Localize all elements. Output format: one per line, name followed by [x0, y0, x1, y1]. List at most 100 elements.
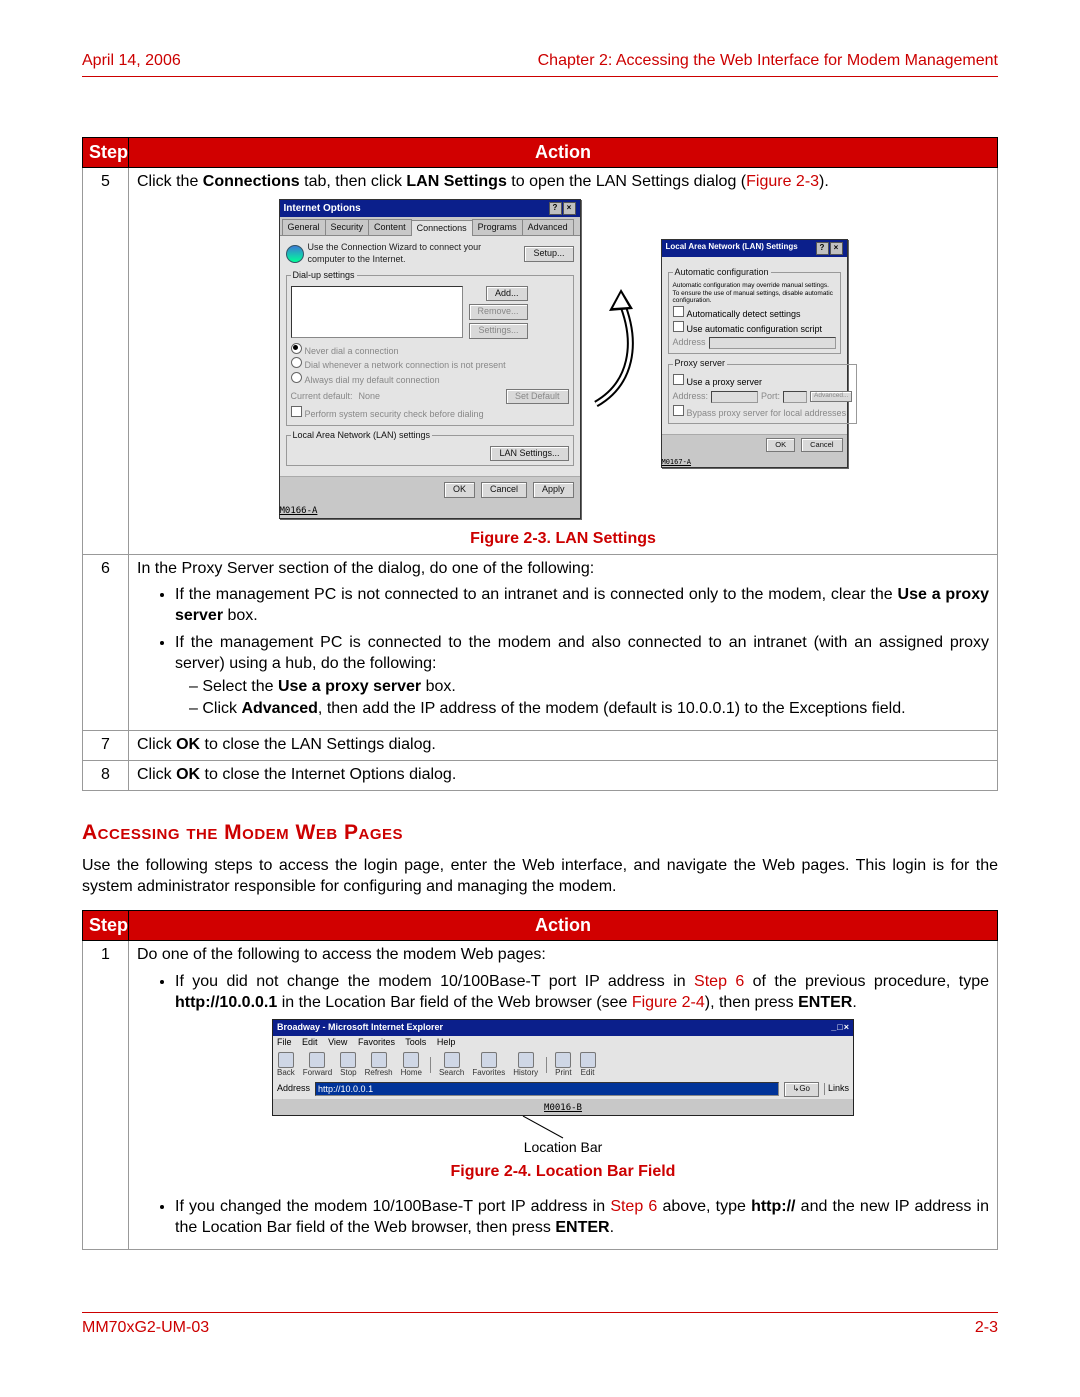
section-heading: Accessing the Modem Web Pages	[82, 821, 998, 845]
edit-icon	[580, 1052, 596, 1068]
menu-view[interactable]: View	[328, 1037, 347, 1047]
step-6-link[interactable]: Step 6	[694, 973, 744, 990]
address-label: Address	[673, 337, 706, 349]
location-bar-callout-label: Location Bar	[137, 1138, 989, 1156]
lan-settings-dialog: Local Area Network (LAN) Settings ? × Au…	[661, 239, 848, 468]
auto-script-checkbox[interactable]	[673, 321, 684, 332]
stop-icon	[340, 1052, 356, 1068]
close-icon[interactable]: ×	[844, 1022, 849, 1034]
figure-2-4-link[interactable]: Figure 2-4	[632, 994, 705, 1011]
help-icon[interactable]: ?	[549, 202, 562, 215]
page-footer: MM70xG2-UM-03 2-3	[82, 1312, 998, 1337]
header-date: April 14, 2006	[82, 52, 181, 70]
tab-security[interactable]: Security	[325, 219, 370, 236]
figure-2-3-link[interactable]: Figure 2-3	[746, 173, 819, 190]
step-action: In the Proxy Server section of the dialo…	[129, 554, 998, 731]
tab-connections[interactable]: Connections	[411, 220, 473, 237]
tab-advanced[interactable]: Advanced	[522, 219, 574, 236]
refresh-button[interactable]: Refresh	[365, 1052, 393, 1078]
proxy-address-label: Address:	[673, 391, 709, 403]
help-icon[interactable]: ?	[816, 242, 829, 255]
screenshot-id: M0167-A	[662, 458, 847, 467]
ie-menubar[interactable]: File Edit View Favorites Tools Help	[273, 1036, 853, 1050]
cancel-button[interactable]: Cancel	[481, 482, 527, 498]
print-icon	[555, 1052, 571, 1068]
header-chapter: Chapter 2: Accessing the Web Interface f…	[538, 52, 998, 70]
radio-always-dial	[291, 372, 302, 383]
radio-never-dial	[291, 343, 302, 354]
history-button[interactable]: History	[513, 1052, 538, 1078]
dialup-listbox[interactable]	[291, 286, 463, 338]
stop-button[interactable]: Stop	[340, 1052, 356, 1078]
tab-general[interactable]: General	[282, 219, 326, 236]
ok-button[interactable]: OK	[766, 438, 795, 452]
setup-button[interactable]: Setup...	[524, 246, 573, 262]
search-button[interactable]: Search	[439, 1052, 464, 1078]
history-icon	[518, 1052, 534, 1068]
use-proxy-checkbox[interactable]	[673, 374, 684, 385]
footer-page-number: 2-3	[975, 1319, 998, 1337]
col-step: Step	[83, 910, 129, 940]
links-toolbar[interactable]: Links	[824, 1083, 849, 1095]
search-icon	[444, 1052, 460, 1068]
edit-button[interactable]: Edit	[580, 1052, 596, 1078]
cancel-button[interactable]: Cancel	[801, 438, 842, 452]
step-num: 8	[83, 760, 129, 790]
refresh-icon	[371, 1052, 387, 1068]
current-default-label: Current default:	[291, 391, 353, 403]
ie-address-bar: Address ↳Go Links	[273, 1080, 853, 1098]
address-input[interactable]	[315, 1082, 779, 1096]
menu-favorites[interactable]: Favorites	[358, 1037, 395, 1047]
step-action: Click OK to close the LAN Settings dialo…	[129, 731, 998, 761]
connections-word: Connections	[203, 173, 300, 190]
step-num: 6	[83, 554, 129, 731]
back-button[interactable]: Back	[277, 1052, 295, 1078]
dialog-tabs: General Security Content Connections Pro…	[280, 217, 580, 237]
favorites-button[interactable]: Favorites	[472, 1052, 505, 1078]
auto-detect-checkbox[interactable]	[673, 306, 684, 317]
close-icon[interactable]: ×	[563, 202, 576, 215]
apply-button[interactable]: Apply	[533, 482, 574, 498]
connection-wizard-text: Use the Connection Wizard to connect you…	[308, 242, 521, 265]
proxy-port-input	[783, 391, 807, 403]
tab-content[interactable]: Content	[368, 219, 412, 236]
go-button[interactable]: ↳Go	[784, 1082, 819, 1096]
step-6-link[interactable]: Step 6	[610, 1198, 657, 1215]
tab-programs[interactable]: Programs	[472, 219, 523, 236]
step-action: Do one of the following to access the mo…	[129, 940, 998, 1249]
print-button[interactable]: Print	[555, 1052, 571, 1078]
ok-button[interactable]: OK	[444, 482, 475, 498]
screenshot-id: M0166-A	[280, 506, 580, 518]
figure-2-3-caption: Figure 2-3. LAN Settings	[137, 529, 989, 550]
dialup-settings-legend: Dial-up settings	[291, 270, 357, 282]
security-check-checkbox	[291, 406, 302, 417]
menu-help[interactable]: Help	[437, 1037, 456, 1047]
back-icon	[278, 1052, 294, 1068]
advanced-button: Advanced...	[810, 391, 852, 401]
footer-doc-id: MM70xG2-UM-03	[82, 1319, 209, 1337]
menu-file[interactable]: File	[277, 1037, 292, 1047]
step-row-7: 7 Click OK to close the LAN Settings dia…	[83, 731, 998, 761]
maximize-icon[interactable]: □	[837, 1022, 842, 1034]
step-row-8: 8 Click OK to close the Internet Options…	[83, 760, 998, 790]
menu-tools[interactable]: Tools	[405, 1037, 426, 1047]
lan-settings-button[interactable]: LAN Settings...	[490, 446, 568, 462]
forward-icon	[309, 1052, 325, 1068]
add-button[interactable]: Add...	[486, 286, 528, 302]
screenshot-id: M0016-B	[544, 1103, 582, 1115]
settings-button: Settings...	[469, 323, 527, 339]
step-num: 7	[83, 731, 129, 761]
step-row-6: 6 In the Proxy Server section of the dia…	[83, 554, 998, 731]
close-icon[interactable]: ×	[830, 242, 843, 255]
step-row-1: 1 Do one of the following to access the …	[83, 940, 998, 1249]
globe-icon	[286, 245, 304, 263]
lan-settings-word: LAN Settings	[406, 173, 506, 190]
menu-edit[interactable]: Edit	[302, 1037, 318, 1047]
step-row-5: 5 Click the Connections tab, then click …	[83, 168, 998, 555]
internet-options-dialog: Internet Options ? × General Security Co…	[279, 199, 581, 519]
figure-2-4-image: Broadway - Microsoft Internet Explorer _…	[272, 1019, 854, 1116]
minimize-icon[interactable]: _	[831, 1022, 836, 1034]
forward-button[interactable]: Forward	[303, 1052, 332, 1078]
proxy-port-label: Port:	[761, 391, 780, 403]
home-button[interactable]: Home	[401, 1052, 422, 1078]
